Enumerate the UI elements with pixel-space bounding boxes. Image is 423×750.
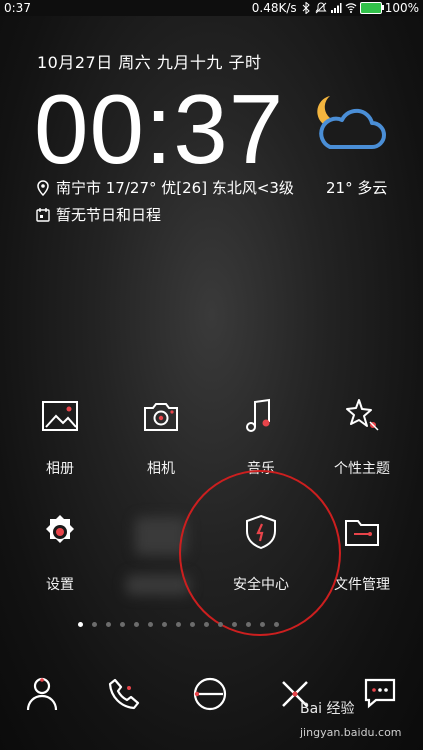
annotation-circle xyxy=(179,470,341,636)
blurred-app-label xyxy=(126,575,190,595)
gallery-icon xyxy=(42,401,78,431)
calendar-text: 暂无节日和日程 xyxy=(56,206,162,224)
app-label: 相机 xyxy=(147,461,175,477)
music-note-icon xyxy=(246,398,270,432)
weather-line[interactable]: 南宁市 17/27° 优[26] 东北风<3级 xyxy=(36,177,294,198)
page-dot[interactable] xyxy=(204,622,209,627)
app-label: 相册 xyxy=(46,461,74,477)
page-dot[interactable] xyxy=(162,622,167,627)
app-label: 个性主题 xyxy=(334,461,390,477)
app-label: 设置 xyxy=(46,577,74,593)
wifi-icon xyxy=(345,3,357,13)
browser-icon[interactable] xyxy=(192,676,228,712)
bluetooth-icon xyxy=(302,2,310,14)
app-camera[interactable]: 相机 xyxy=(111,396,211,478)
signal-icon xyxy=(330,3,342,13)
location-pin-icon xyxy=(37,179,49,196)
page-dot[interactable] xyxy=(260,622,265,627)
page-dot[interactable] xyxy=(120,622,125,627)
mute-icon xyxy=(315,2,327,14)
moon-cloud-icon[interactable] xyxy=(308,92,386,154)
page-dot[interactable] xyxy=(134,622,139,627)
weather-text: 南宁市 17/27° 优[26] 东北风<3级 xyxy=(56,179,294,197)
status-icons: 0.48K/s 100% xyxy=(252,0,419,16)
page-dot[interactable] xyxy=(92,622,97,627)
clock[interactable]: 00:37 xyxy=(34,80,284,178)
watermark: Bai 经验 xyxy=(300,701,355,717)
folder-icon xyxy=(345,520,379,546)
calendar-line[interactable]: 暂无节日和日程 xyxy=(36,204,161,225)
page-dot[interactable] xyxy=(78,622,83,627)
page-indicator[interactable] xyxy=(78,622,279,627)
page-dot[interactable] xyxy=(148,622,153,627)
current-weather: 21° 多云 xyxy=(326,179,388,197)
page-dot[interactable] xyxy=(106,622,111,627)
calendar-icon xyxy=(36,208,50,222)
app-gallery[interactable]: 相册 xyxy=(10,396,110,478)
page-dot[interactable] xyxy=(176,622,181,627)
network-speed: 0.48K/s xyxy=(251,1,297,15)
contacts-icon[interactable] xyxy=(24,676,60,712)
date-line: 10月27日 周六 九月十九 子时 xyxy=(37,53,262,72)
page-dot[interactable] xyxy=(190,622,195,627)
phone-icon[interactable] xyxy=(106,676,142,712)
settings-gear-icon xyxy=(46,515,74,543)
page-dot[interactable] xyxy=(246,622,251,627)
app-music[interactable]: 音乐 xyxy=(211,396,311,478)
battery-percent: 100% xyxy=(384,1,419,15)
battery-icon xyxy=(359,2,384,14)
page-dot[interactable] xyxy=(274,622,279,627)
camera-icon xyxy=(144,403,178,431)
page-dot[interactable] xyxy=(232,622,237,627)
page-dot[interactable] xyxy=(218,622,223,627)
app-settings[interactable]: 设置 xyxy=(10,512,110,594)
status-bar: 0:37 0.48K/s 100% xyxy=(0,0,423,16)
watermark-url: jingyan.baidu.com xyxy=(300,726,402,739)
app-themes[interactable]: 个性主题 xyxy=(312,396,412,478)
messages-icon[interactable] xyxy=(362,676,398,712)
status-time: 0:37 xyxy=(4,1,31,15)
theme-star-icon xyxy=(346,399,379,431)
